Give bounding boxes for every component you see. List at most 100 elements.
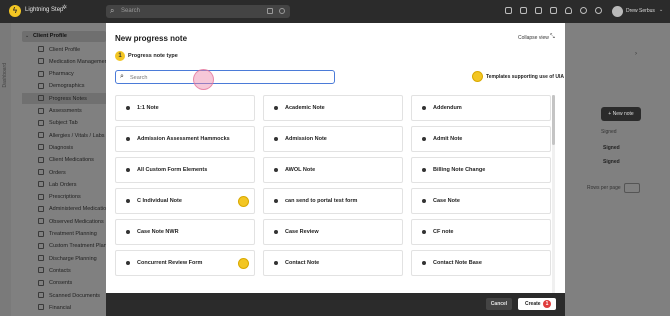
sidebar-item-label: Client Medications bbox=[49, 157, 94, 164]
sidebar-item-label: Client Profile bbox=[49, 46, 81, 53]
sidebar-header[interactable]: ⌄ Client Profile bbox=[22, 31, 106, 42]
global-search[interactable]: ⌕ Search bbox=[106, 5, 290, 18]
avatar[interactable] bbox=[612, 6, 623, 17]
prescription-icon bbox=[38, 193, 44, 200]
sidebar-item[interactable]: Consents bbox=[22, 278, 106, 289]
scrollbar-thumb[interactable] bbox=[552, 95, 555, 145]
grid-icon[interactable] bbox=[535, 7, 542, 14]
documents-icon bbox=[38, 292, 44, 298]
note-type-label: can send to portal test form bbox=[285, 197, 358, 204]
note-type-card[interactable]: Case Review bbox=[263, 219, 403, 245]
sidebar-item[interactable]: Scanned Documents bbox=[22, 290, 106, 301]
note-type-icon bbox=[422, 199, 426, 203]
sidebar-item[interactable]: Pharmacy bbox=[22, 69, 106, 80]
sidebar-item-label: Prescriptions bbox=[49, 194, 81, 201]
sidebar-item[interactable]: Custom Treatment Plans bbox=[22, 241, 106, 252]
sidebar-item[interactable]: Discharge Planning bbox=[22, 253, 106, 264]
note-type-card[interactable]: Contact Note bbox=[263, 250, 403, 276]
user-name[interactable]: Drew Serbus bbox=[626, 8, 655, 14]
id-card-icon[interactable] bbox=[267, 8, 273, 14]
note-type-label: Admission Assessment Hammocks bbox=[137, 135, 230, 142]
note-type-card[interactable]: Concurrent Review Form bbox=[115, 250, 255, 276]
sidebar-item[interactable]: Allergies / Vitals / Labs bbox=[22, 130, 106, 141]
sidebar-item[interactable]: Client Profile bbox=[22, 44, 106, 55]
note-type-card[interactable]: Admission Assessment Hammocks bbox=[115, 126, 255, 152]
chevron-right-icon[interactable]: › bbox=[635, 51, 637, 57]
collapse-view-button[interactable]: Collapse view bbox=[518, 35, 549, 41]
note-type-icon bbox=[274, 230, 278, 234]
gear-icon[interactable]: ✲ bbox=[62, 4, 67, 11]
note-type-card[interactable]: Case Note NWR bbox=[115, 219, 255, 245]
note-type-card[interactable]: Admission Note bbox=[263, 126, 403, 152]
sidebar-item[interactable]: Observed Medications bbox=[22, 216, 106, 227]
sidebar-item-label: Discharge Planning bbox=[49, 255, 97, 262]
link-icon[interactable] bbox=[595, 7, 602, 14]
sidebar-header-label: Client Profile bbox=[33, 33, 67, 39]
collapse-icon[interactable]: ⤡ bbox=[550, 34, 555, 41]
sidebar-item[interactable]: Subject Tab bbox=[22, 118, 106, 129]
sidebar-item[interactable]: Prescriptions bbox=[22, 192, 106, 203]
help-icon[interactable] bbox=[580, 7, 587, 14]
sidebar-item[interactable]: Assessments bbox=[22, 106, 106, 117]
note-type-search[interactable]: ⌕ bbox=[115, 70, 335, 84]
rows-per-page-label: Rows per page bbox=[587, 185, 621, 191]
note-type-card[interactable]: C Individual Note bbox=[115, 188, 255, 214]
note-type-card[interactable]: Contact Note Base bbox=[411, 250, 551, 276]
note-type-label: Case Note bbox=[433, 197, 460, 204]
rail-dashboard-label[interactable]: Dashboard bbox=[2, 63, 8, 87]
bell-icon[interactable] bbox=[565, 7, 572, 14]
message-icon[interactable] bbox=[550, 7, 557, 14]
note-type-label: Concurrent Review Form bbox=[137, 259, 203, 266]
sidebar-item[interactable]: Diagnosis bbox=[22, 142, 106, 153]
sidebar-item[interactable]: Client Medications bbox=[22, 155, 106, 166]
sidebar: ⌄ Client Profile Client Profile Medicatio… bbox=[22, 31, 106, 316]
rows-per-page-select[interactable] bbox=[624, 183, 640, 193]
sidebar-item-label: Financial bbox=[49, 304, 72, 311]
signed-column-header: Signed bbox=[601, 129, 617, 135]
note-type-label: Admit Note bbox=[433, 135, 463, 142]
calendar-icon[interactable] bbox=[520, 7, 527, 14]
note-type-card[interactable]: CF note bbox=[411, 219, 551, 245]
sidebar-item[interactable]: Demographics bbox=[22, 81, 106, 92]
chevron-down-icon[interactable]: ⌄ bbox=[659, 7, 663, 13]
sidebar-item-label: Subject Tab bbox=[49, 120, 78, 127]
cancel-button[interactable]: Cancel bbox=[486, 298, 512, 310]
note-type-card[interactable]: 1:1 Note bbox=[115, 95, 255, 121]
note-type-card[interactable]: can send to portal test form bbox=[263, 188, 403, 214]
administered-icon bbox=[38, 205, 44, 212]
create-button[interactable]: Create 1 bbox=[518, 298, 556, 310]
sidebar-item[interactable]: Contacts bbox=[22, 265, 106, 276]
sidebar-item[interactable]: Orders bbox=[22, 167, 106, 178]
note-type-card[interactable]: Billing Note Change bbox=[411, 157, 551, 183]
sidebar-item[interactable]: Lab Orders bbox=[22, 179, 106, 190]
note-type-card[interactable]: Case Note bbox=[411, 188, 551, 214]
new-note-button[interactable]: + New note bbox=[601, 107, 641, 121]
sidebar-item[interactable]: Treatment Planning bbox=[22, 229, 106, 240]
phone-icon[interactable] bbox=[279, 8, 285, 14]
tab-icon bbox=[38, 119, 44, 126]
note-type-icon bbox=[422, 168, 426, 172]
chat-icon[interactable] bbox=[505, 7, 512, 14]
sidebar-item[interactable]: Administered Medications bbox=[22, 204, 106, 215]
medication-icon bbox=[38, 156, 44, 163]
lightning-logo-icon[interactable]: ϟ bbox=[9, 5, 21, 17]
note-type-card[interactable]: Addendum bbox=[411, 95, 551, 121]
background-panel bbox=[566, 23, 670, 316]
plan-icon bbox=[38, 230, 44, 237]
sidebar-item-label: Diagnosis bbox=[49, 144, 74, 151]
sidebar-item-label: Treatment Planning bbox=[49, 231, 97, 237]
top-bar: ϟ Lightning Step ✲ ⌕ Search Drew Serbus … bbox=[0, 0, 670, 23]
sidebar-item[interactable]: Financial bbox=[22, 302, 106, 313]
note-type-card[interactable]: All Custom Form Elements bbox=[115, 157, 255, 183]
brand-name: Lightning Step bbox=[25, 7, 64, 13]
note-type-icon bbox=[274, 199, 278, 203]
note-type-card[interactable]: AWOL Note bbox=[263, 157, 403, 183]
sidebar-item[interactable]: Progress Notes bbox=[22, 93, 106, 105]
uia-avatar-icon bbox=[238, 258, 249, 269]
sidebar-item-label: Progress Notes bbox=[49, 95, 87, 102]
note-type-card[interactable]: Academic Note bbox=[263, 95, 403, 121]
sidebar-item[interactable]: Medication Management bbox=[22, 56, 106, 67]
uia-avatar-icon bbox=[238, 196, 249, 207]
top-icon-group bbox=[505, 7, 602, 16]
note-type-card[interactable]: Admit Note bbox=[411, 126, 551, 152]
